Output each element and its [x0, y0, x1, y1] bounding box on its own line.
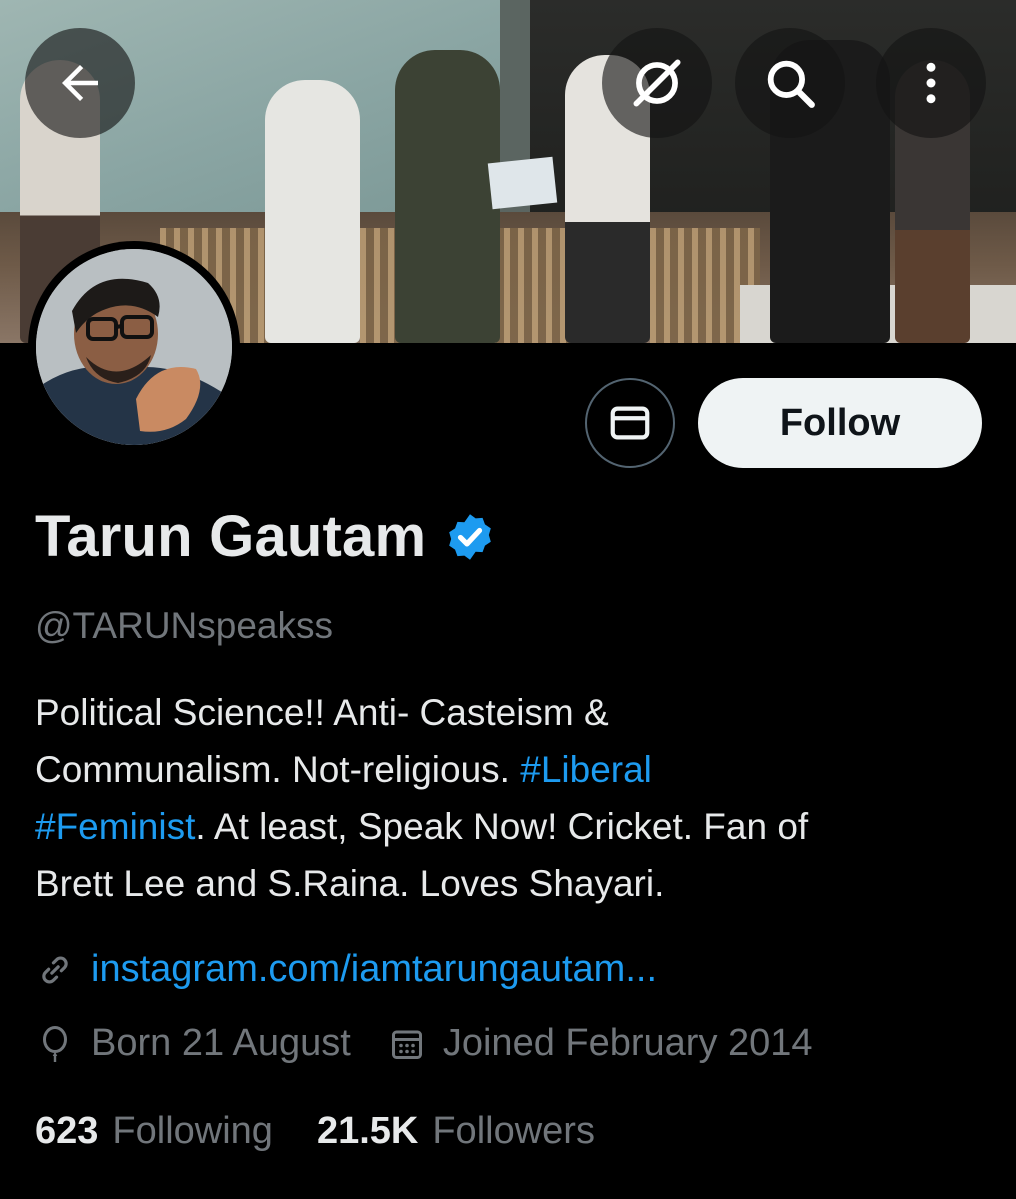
avatar[interactable] — [28, 241, 240, 453]
envelope-icon — [610, 406, 650, 440]
message-button[interactable] — [585, 378, 675, 468]
profile-name: Tarun Gautam — [35, 504, 427, 569]
profile-website-link[interactable]: instagram.com/iamtarungautam... — [91, 948, 657, 991]
calendar-icon — [387, 1024, 427, 1064]
hashtag-liberal[interactable]: #Liberal — [520, 749, 652, 790]
profile-name-row: Tarun Gautam — [35, 503, 496, 570]
followers-count: 21.5K — [316, 1110, 419, 1152]
follow-button[interactable]: Follow — [698, 378, 982, 468]
arrow-left-icon — [62, 65, 98, 101]
link-icon — [35, 950, 75, 990]
profile-bio: Political Science!! Anti- Casteism & Com… — [35, 692, 809, 904]
search-button[interactable] — [735, 28, 845, 138]
avatar-photo — [36, 249, 232, 445]
grok-icon — [633, 59, 681, 107]
hashtag-feminist[interactable]: #Feminist — [35, 806, 195, 847]
search-icon — [767, 60, 815, 108]
more-vertical-icon — [926, 62, 936, 104]
following-count: 623 — [35, 1110, 99, 1152]
balloon-icon — [35, 1024, 75, 1064]
more-button[interactable] — [876, 28, 986, 138]
birth-date: Born 21 August — [91, 1022, 351, 1064]
profile-link-row: instagram.com/iamtarungautam... — [35, 948, 657, 991]
profile-meta-row: Born 21 August Joined February 2014 — [35, 1022, 813, 1065]
followers-stat[interactable]: 21.5K Followers — [317, 1110, 595, 1153]
following-label: Following — [112, 1110, 273, 1152]
join-date: Joined February 2014 — [442, 1022, 813, 1064]
following-stat[interactable]: 623 Following — [35, 1110, 273, 1153]
profile-handle: @TARUNspeakss — [35, 605, 333, 646]
grok-button[interactable] — [602, 28, 712, 138]
followers-label: Followers — [432, 1110, 595, 1152]
verified-badge-icon[interactable] — [444, 511, 496, 563]
back-button[interactable] — [25, 28, 135, 138]
profile-stats: 623 Following 21.5K Followers — [35, 1110, 595, 1153]
